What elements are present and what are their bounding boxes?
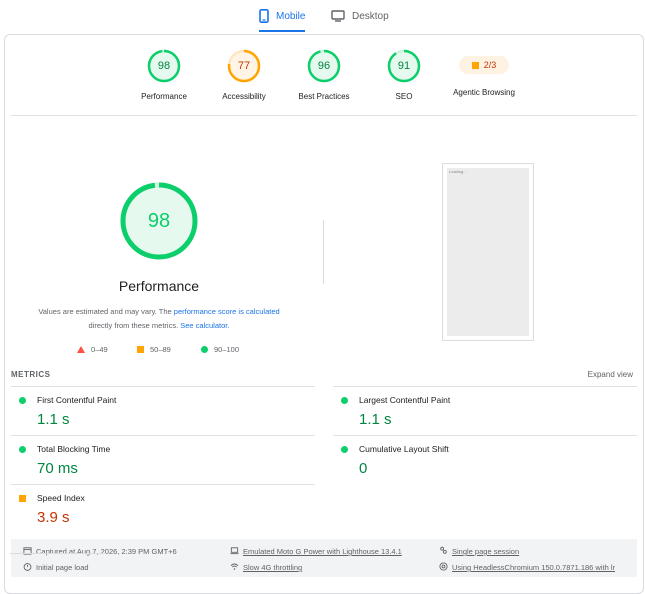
people-icon — [439, 546, 448, 557]
accessibility-score: 77 — [237, 60, 251, 72]
note-text-1: Values are estimated and may vary. The — [38, 307, 174, 316]
runtime-settings: Captured at Aug 7, 2026, 2:39 PM GMT+6 I… — [11, 539, 637, 577]
browser-version-text: Using HeadlessChromium 150.0.7871.186 wi… — [452, 563, 616, 572]
seo-label: SEO — [395, 92, 413, 101]
performance-main-gauge: 98 — [119, 181, 199, 261]
orange-square-icon — [137, 346, 144, 353]
seo-score: 91 — [397, 60, 411, 72]
metric-total-blocking-time: Total Blocking Time 70 ms — [11, 435, 315, 484]
captured-at-text: Captured at Aug 7, 2026, 2:39 PM GMT+6 — [36, 547, 177, 556]
metric-name: Total Blocking Time — [37, 444, 111, 454]
performance-label: Performance — [141, 92, 187, 101]
network-throttling[interactable]: Slow 4G throttling — [230, 562, 302, 573]
calendar-icon — [23, 546, 32, 557]
red-triangle-icon — [77, 346, 85, 353]
performance-score-link[interactable]: performance score is calculated — [174, 307, 280, 316]
metric-name: First Contentful Paint — [37, 395, 117, 405]
agentic-browsing-label: Agentic Browsing — [453, 88, 515, 97]
performance-main-score: 98 — [147, 210, 171, 232]
best-practices-score: 96 — [317, 60, 331, 72]
monitor-icon — [331, 10, 345, 22]
emulated-device-text: Emulated Moto G Power with Lighthouse 13… — [243, 547, 402, 556]
metric-value: 1.1 s — [359, 411, 392, 428]
legend-good-range: 90–100 — [214, 345, 240, 354]
single-page-session-text: Single page session — [452, 547, 520, 556]
device-tabs: Mobile Desktop — [0, 0, 645, 34]
timer-icon — [23, 562, 32, 573]
tab-mobile[interactable]: Mobile — [259, 0, 306, 32]
agentic-browsing-badge: 2/3 — [459, 56, 509, 74]
thumbnail-loading-text: Loading... — [449, 169, 467, 174]
category-best-practices[interactable]: 96 Best Practices — [279, 49, 369, 101]
green-circle-icon — [341, 397, 348, 404]
metric-largest-contentful-paint: Largest Contentful Paint 1.1 s — [333, 386, 637, 435]
tab-desktop-label: Desktop — [352, 10, 389, 22]
note-text-2: directly from these metrics. — [88, 321, 181, 330]
metric-first-contentful-paint: First Contentful Paint 1.1 s — [11, 386, 315, 435]
category-scores: 98 Performance 77 Accessibility 96 Best … — [5, 35, 643, 115]
green-circle-icon — [201, 346, 208, 353]
score-legend: 0–49 50–89 90–100 — [77, 345, 257, 357]
expand-view-toggle[interactable]: Expand view — [588, 370, 633, 379]
legend-average-range: 50–89 — [150, 345, 171, 354]
performance-title: Performance — [118, 278, 200, 294]
metrics-header: METRICS Expand view — [11, 370, 633, 382]
laptop-icon — [230, 546, 239, 557]
metric-name: Speed Index — [37, 493, 85, 503]
legend-good: 90–100 — [201, 345, 239, 354]
metric-value: 70 ms — [37, 460, 78, 477]
legend-poor: 0–49 — [77, 345, 108, 354]
single-page-session[interactable]: Single page session — [439, 546, 519, 557]
metric-value: 3.9 s — [37, 509, 70, 526]
emulated-device[interactable]: Emulated Moto G Power with Lighthouse 13… — [230, 546, 402, 557]
metric-value: 0 — [359, 460, 368, 477]
orange-square-icon — [19, 495, 26, 502]
category-seo[interactable]: 91 SEO — [359, 49, 449, 101]
tab-desktop[interactable]: Desktop — [331, 0, 389, 32]
accessibility-gauge: 77 — [227, 49, 261, 83]
category-agentic-browsing[interactable]: 2/3 Agentic Browsing — [439, 49, 529, 97]
see-calculator-link[interactable]: See calculator. — [180, 321, 229, 330]
divider — [11, 115, 637, 116]
green-circle-icon — [19, 397, 26, 404]
screenshot-content: Loading... — [447, 168, 529, 336]
vertical-divider — [323, 220, 324, 284]
metric-value: 1.1 s — [37, 411, 70, 428]
green-circle-icon — [19, 446, 26, 453]
tab-mobile-label: Mobile — [276, 10, 306, 22]
metrics-title: METRICS — [11, 370, 51, 379]
category-performance[interactable]: 98 Performance — [119, 49, 209, 101]
wifi-icon — [230, 562, 239, 573]
best-practices-label: Best Practices — [298, 92, 350, 101]
bottom-divider — [10, 553, 106, 554]
legend-average: 50–89 — [137, 345, 171, 354]
final-screenshot-thumbnail[interactable]: Loading... — [442, 163, 534, 341]
initial-page-load: Initial page load — [23, 562, 89, 573]
agentic-browsing-score: 2/3 — [483, 60, 497, 70]
performance-note: Values are estimated and may vary. The p… — [23, 305, 295, 333]
metric-name: Cumulative Layout Shift — [359, 444, 449, 454]
network-throttling-text: Slow 4G throttling — [243, 563, 303, 572]
captured-at: Captured at Aug 7, 2026, 2:39 PM GMT+6 — [23, 546, 177, 557]
mobile-phone-icon — [259, 9, 269, 23]
green-circle-icon — [341, 446, 348, 453]
average-square-icon — [471, 61, 479, 69]
legend-poor-range: 0–49 — [91, 345, 108, 354]
accessibility-label: Accessibility — [222, 92, 266, 101]
metric-speed-index: Speed Index 3.9 s — [11, 484, 315, 533]
performance-score: 98 — [157, 60, 171, 72]
chrome-icon — [439, 562, 448, 573]
initial-page-load-text: Initial page load — [36, 563, 89, 572]
metric-name: Largest Contentful Paint — [359, 395, 451, 405]
report-card: 98 Performance 77 Accessibility 96 Best … — [4, 34, 644, 594]
active-tab-indicator — [259, 30, 306, 32]
best-practices-gauge: 96 — [307, 49, 341, 83]
seo-gauge: 91 — [387, 49, 421, 83]
category-accessibility[interactable]: 77 Accessibility — [199, 49, 289, 101]
metric-cumulative-layout-shift: Cumulative Layout Shift 0 — [333, 435, 637, 484]
browser-version[interactable]: Using HeadlessChromium 150.0.7871.186 wi… — [439, 562, 615, 573]
performance-gauge: 98 — [147, 49, 181, 83]
